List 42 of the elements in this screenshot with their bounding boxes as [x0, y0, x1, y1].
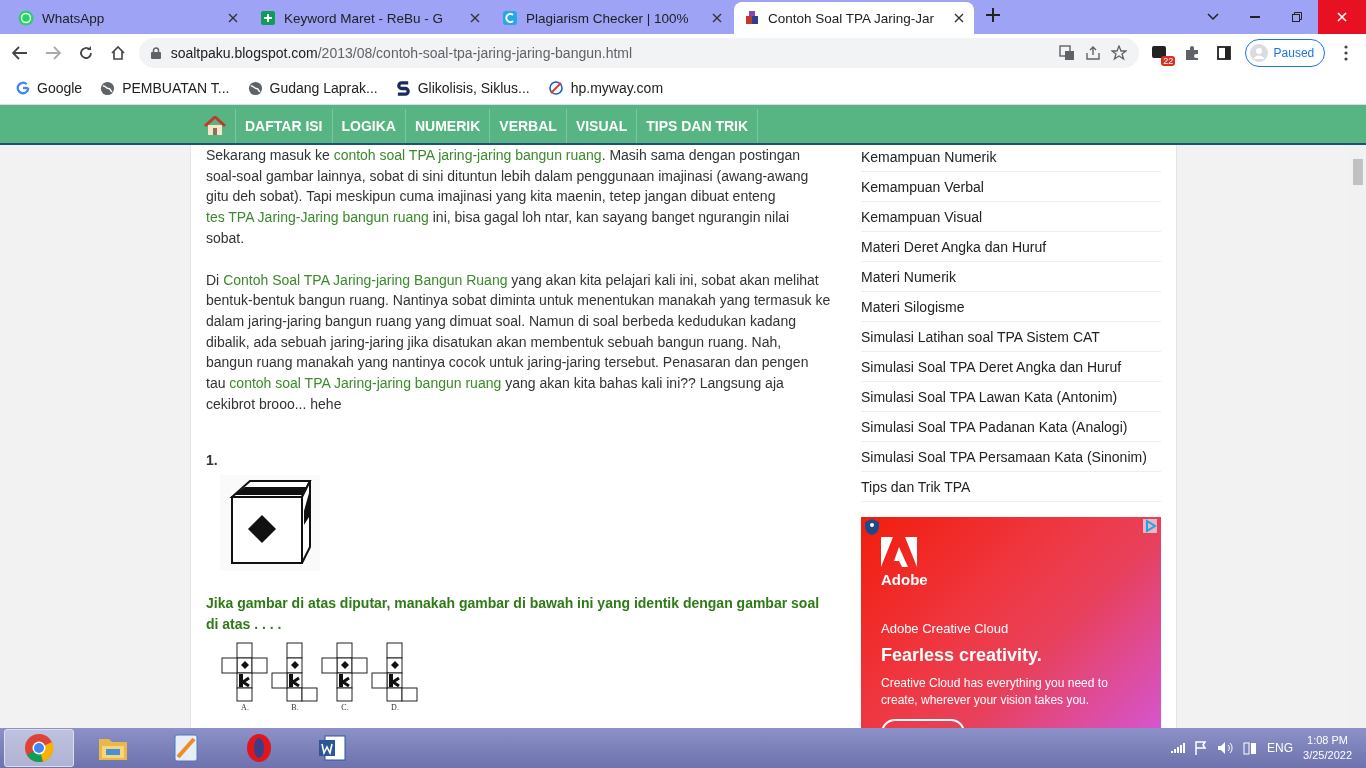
sidebar-link[interactable]: Materi Deret Angka dan Huruf: [861, 232, 1161, 262]
browser-tab[interactable]: Plagiarism Checker | 100%: [492, 2, 732, 34]
browser-tab[interactable]: Keyword Maret - ReBu - G: [250, 2, 490, 34]
sidebar-link[interactable]: Simulasi Soal TPA Deret Angka dan Huruf: [861, 352, 1161, 382]
address-bar[interactable]: soaltpaku.blogspot.com/2013/08/contoh-soal-tpa-jaring-jaring-bangun.html: [138, 38, 1139, 68]
paragraph: Di Contoh Soal TPA Jaring-jaring Bangun Ruang yang akan kita pelajari kali ini, sobat akan melihat bentuk-bentuk bangun ruang. Nantinya sobat diminta untuk menentukan manakah yang termasuk ke dalam jaring-jaring bangun ruang yang dimuat soal. Namun di soal berbeda kedudukan kadang dibalik, ada sebuah jaring-jaring jika disatukan akan membentuk sebuah bangun ruang. Nah, bangun ruang manakah yang nantinya cocok untuk jaring-jaring tersebut. Penasaran dan pengen tau contoh soal TPA Jaring-jaring bangun ruang yang akan kita bahas kali ini?? Langsung aja cekibrot brooo... hehe: [206, 270, 831, 414]
link[interactable]: tes TPA Jaring-Jaring bangun ruang: [206, 209, 429, 226]
question-number: 1.: [206, 451, 219, 471]
ad-text: Creative Cloud has everything you need to create, wherever your vision takes you.: [881, 675, 1109, 709]
sidebar-link[interactable]: Materi Numerik: [861, 262, 1161, 292]
clock[interactable]: 1:08 PM 3/25/2022: [1303, 733, 1352, 763]
browser-tab[interactable]: WhatsApp: [8, 2, 248, 34]
brand-name: Adobe: [881, 571, 929, 588]
option-label: C.: [341, 703, 349, 713]
sidebar-link[interactable]: Simulasi Soal TPA Lawan Kata (Antonim): [861, 382, 1161, 412]
option-label: A.: [241, 703, 249, 713]
sidebar-link[interactable]: Kemampuan Verbal: [861, 172, 1161, 202]
ad-banner[interactable]: Adobe Adobe Creative Cloud Fearless creativity. Creative Cloud has everything you need to create, wherever your vision takes you.: [861, 517, 1161, 728]
bookmark[interactable]: PEMBUATAN T...: [122, 80, 230, 96]
bookmark[interactable]: Glikolisis, Siklus...: [417, 80, 530, 96]
link[interactable]: contoh soal TPA jaring-jaring bangun ruang: [333, 147, 602, 163]
option-label: D.: [391, 703, 399, 713]
link[interactable]: Contoh Soal TPA Jaring-jaring Bangun Ruang: [223, 271, 508, 288]
bookmark[interactable]: Google: [37, 80, 83, 96]
sidebar-link[interactable]: Materi Silogisme: [861, 292, 1161, 322]
option-label: B.: [291, 703, 299, 713]
bookmark[interactable]: hp.myway.com: [570, 80, 664, 96]
ad-headline: Fearless creativity.: [881, 645, 1043, 666]
sidebar-link[interactable]: Simulasi Soal TPA Padanan Kata (Analogi): [861, 412, 1161, 442]
sidebar-link[interactable]: Tips dan Trik TPA: [861, 472, 1161, 502]
bookmark[interactable]: Gudang Laprak...: [269, 80, 378, 96]
paragraph: Sekarang masuk ke contoh soal TPA jaring-jaring bangun ruang. Masih sama dengan postingan soal-soal gambar lainnya, sobat di sini dituntun lebih dalam penggunaan imajinasi (awang-awang gitu deh sobat). Tapi meskipun cuma imajinasi yang kita maenin, tetep jangan dibuat enteng tes TPA Jaring-Jaring bangun ruang ini, bisa gagal loh ntar, kan sayang banget ngurangin nilai sobat.: [206, 146, 810, 248]
sidebar-link[interactable]: Simulasi Latihan soal TPA Sistem CAT: [861, 322, 1161, 352]
notification-badge: 22: [1161, 56, 1176, 66]
sidebar-link[interactable]: Kemampuan Visual: [861, 202, 1161, 232]
sidebar-link[interactable]: Simulasi Soal TPA Persamaan Kata (Sinonim): [861, 442, 1161, 472]
language-indicator[interactable]: ENG: [1267, 741, 1294, 755]
link[interactable]: contoh soal TPA Jaring-jaring bangun ruang: [229, 375, 502, 392]
product-name: Adobe Creative Cloud: [881, 621, 1010, 636]
browser-tab[interactable]: Contoh Soal TPA Jaring-Jar: [734, 2, 974, 34]
sidebar-link[interactable]: Kemampuan Numerik: [861, 145, 1161, 172]
question-text: Jika gambar di atas diputar, manakah gambar di bawah ini yang identik dengan gambar soal di atas . . . .: [206, 594, 821, 635]
